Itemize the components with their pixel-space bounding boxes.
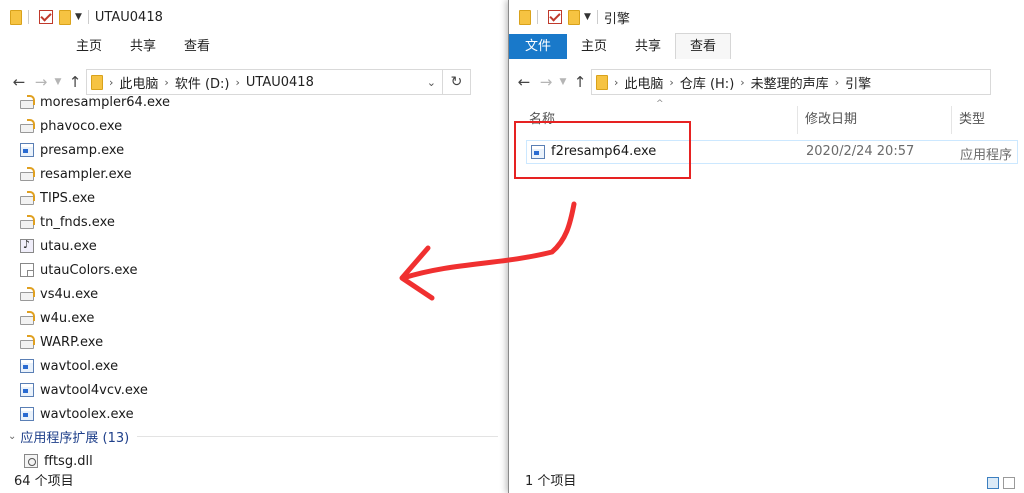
red-arrow-annotation <box>399 201 577 301</box>
arrow-stroke <box>400 201 577 281</box>
